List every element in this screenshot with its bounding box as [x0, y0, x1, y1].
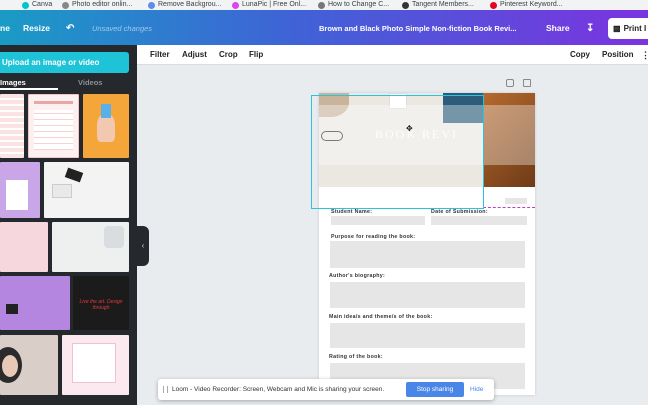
purpose-field[interactable] — [330, 241, 525, 268]
guide-line — [483, 207, 535, 208]
label-rating: Rating of the book: — [329, 354, 383, 360]
flip-button[interactable]: Flip — [249, 45, 263, 65]
label-date-submission: Date of Submission: — [431, 209, 488, 215]
image-thumbnail[interactable] — [28, 94, 79, 158]
sharing-message: Loom - Video Recorder: Screen, Webcam an… — [172, 386, 385, 393]
undo-icon[interactable]: ↶ — [66, 10, 74, 45]
filter-button[interactable]: Filter — [150, 45, 170, 65]
download-icon[interactable]: ↧ — [586, 10, 594, 45]
stop-sharing-button[interactable]: Stop sharing — [406, 382, 464, 397]
upload-button[interactable]: Upload an image or video — [0, 52, 129, 73]
bookmarks-bar: Canva Photo editor onlin... Remove Backg… — [0, 0, 648, 10]
home-link[interactable]: ne — [0, 10, 10, 45]
bookmark-icon — [232, 1, 239, 9]
share-button[interactable]: Share — [546, 10, 570, 45]
tab-videos[interactable]: Videos — [78, 78, 102, 87]
image-thumbnail[interactable] — [0, 94, 24, 158]
editor-top-bar: ne Resize ↶ Unsaved changes Brown and Bl… — [0, 10, 648, 45]
image-thumbnail[interactable] — [44, 162, 129, 218]
student-name-field[interactable] — [331, 216, 425, 225]
selection-box[interactable] — [311, 95, 484, 209]
bookmark-pinterest[interactable]: Pinterest Keyword... — [490, 0, 563, 10]
image-toolbar: Filter Adjust Crop Flip Copy Position ⋮ — [137, 45, 648, 65]
drag-handle-icon[interactable] — [163, 386, 168, 393]
bookmark-icon — [318, 1, 325, 9]
tab-underline — [0, 88, 58, 90]
date-field[interactable] — [431, 216, 527, 225]
image-thumbnail[interactable] — [0, 162, 40, 218]
image-thumbnail[interactable] — [62, 335, 129, 395]
image-thumbnail[interactable] — [0, 222, 48, 272]
image-thumbnail[interactable] — [83, 94, 129, 158]
print-button[interactable]: ▩ Print I — [608, 18, 648, 39]
notes-icon[interactable] — [506, 79, 514, 87]
more-options-icon[interactable]: ⋮ — [641, 45, 648, 65]
resize-button[interactable]: Resize — [23, 10, 50, 45]
label-purpose: Purpose for reading the book: — [331, 234, 416, 240]
bookmark-remove-background[interactable]: Remove Backgrou... — [148, 0, 221, 10]
move-cursor-icon: ✥ — [406, 124, 413, 133]
chevron-left-icon: ‹ — [141, 241, 145, 250]
label-author-bio: Author's biography: — [329, 273, 386, 279]
bookmark-canva[interactable]: Canva — [22, 0, 52, 10]
canva-icon — [22, 1, 29, 9]
collapse-panel-handle[interactable]: ‹ — [137, 226, 149, 266]
truck-icon: ▩ — [613, 24, 621, 33]
pinterest-icon — [490, 1, 497, 9]
design-title[interactable]: Brown and Black Photo Simple Non-fiction… — [319, 10, 517, 45]
label-main-ideas: Main idea/s and theme/s of the book: — [329, 314, 433, 320]
bookmark-photo-editor[interactable]: Photo editor onlin... — [62, 0, 132, 10]
copy-button[interactable]: Copy — [570, 45, 590, 65]
screen-sharing-notification: Loom - Video Recorder: Screen, Webcam an… — [158, 379, 494, 400]
duplicate-page-icon[interactable] — [523, 79, 531, 87]
hide-button[interactable]: Hide — [470, 379, 483, 400]
image-thumbnail[interactable] — [0, 276, 70, 330]
image-thumbnail[interactable] — [52, 222, 129, 272]
main-ideas-field[interactable] — [330, 323, 525, 348]
bookmark-tangent[interactable]: Tangent Members... — [402, 0, 474, 10]
label-student-name: Student Name: — [331, 209, 373, 215]
image-thumbnail[interactable]: Live the art. Design through — [73, 276, 129, 330]
position-button[interactable]: Position — [602, 45, 634, 65]
field-box[interactable] — [505, 198, 527, 204]
bookmark-icon — [402, 1, 409, 9]
crop-button[interactable]: Crop — [219, 45, 238, 65]
adjust-button[interactable]: Adjust — [182, 45, 207, 65]
save-status: Unsaved changes — [92, 24, 153, 33]
bookmark-icon — [62, 1, 69, 9]
author-bio-field[interactable] — [330, 282, 525, 308]
bookmark-lunapic[interactable]: LunaPic | Free Onl... — [232, 0, 306, 10]
image-thumbnail[interactable] — [0, 335, 58, 395]
side-panel: Upload an image or video Images Videos L… — [0, 45, 137, 405]
bookmark-how-to-change[interactable]: How to Change C... — [318, 0, 389, 10]
bookmark-icon — [148, 1, 155, 9]
tab-images[interactable]: Images — [0, 78, 26, 87]
